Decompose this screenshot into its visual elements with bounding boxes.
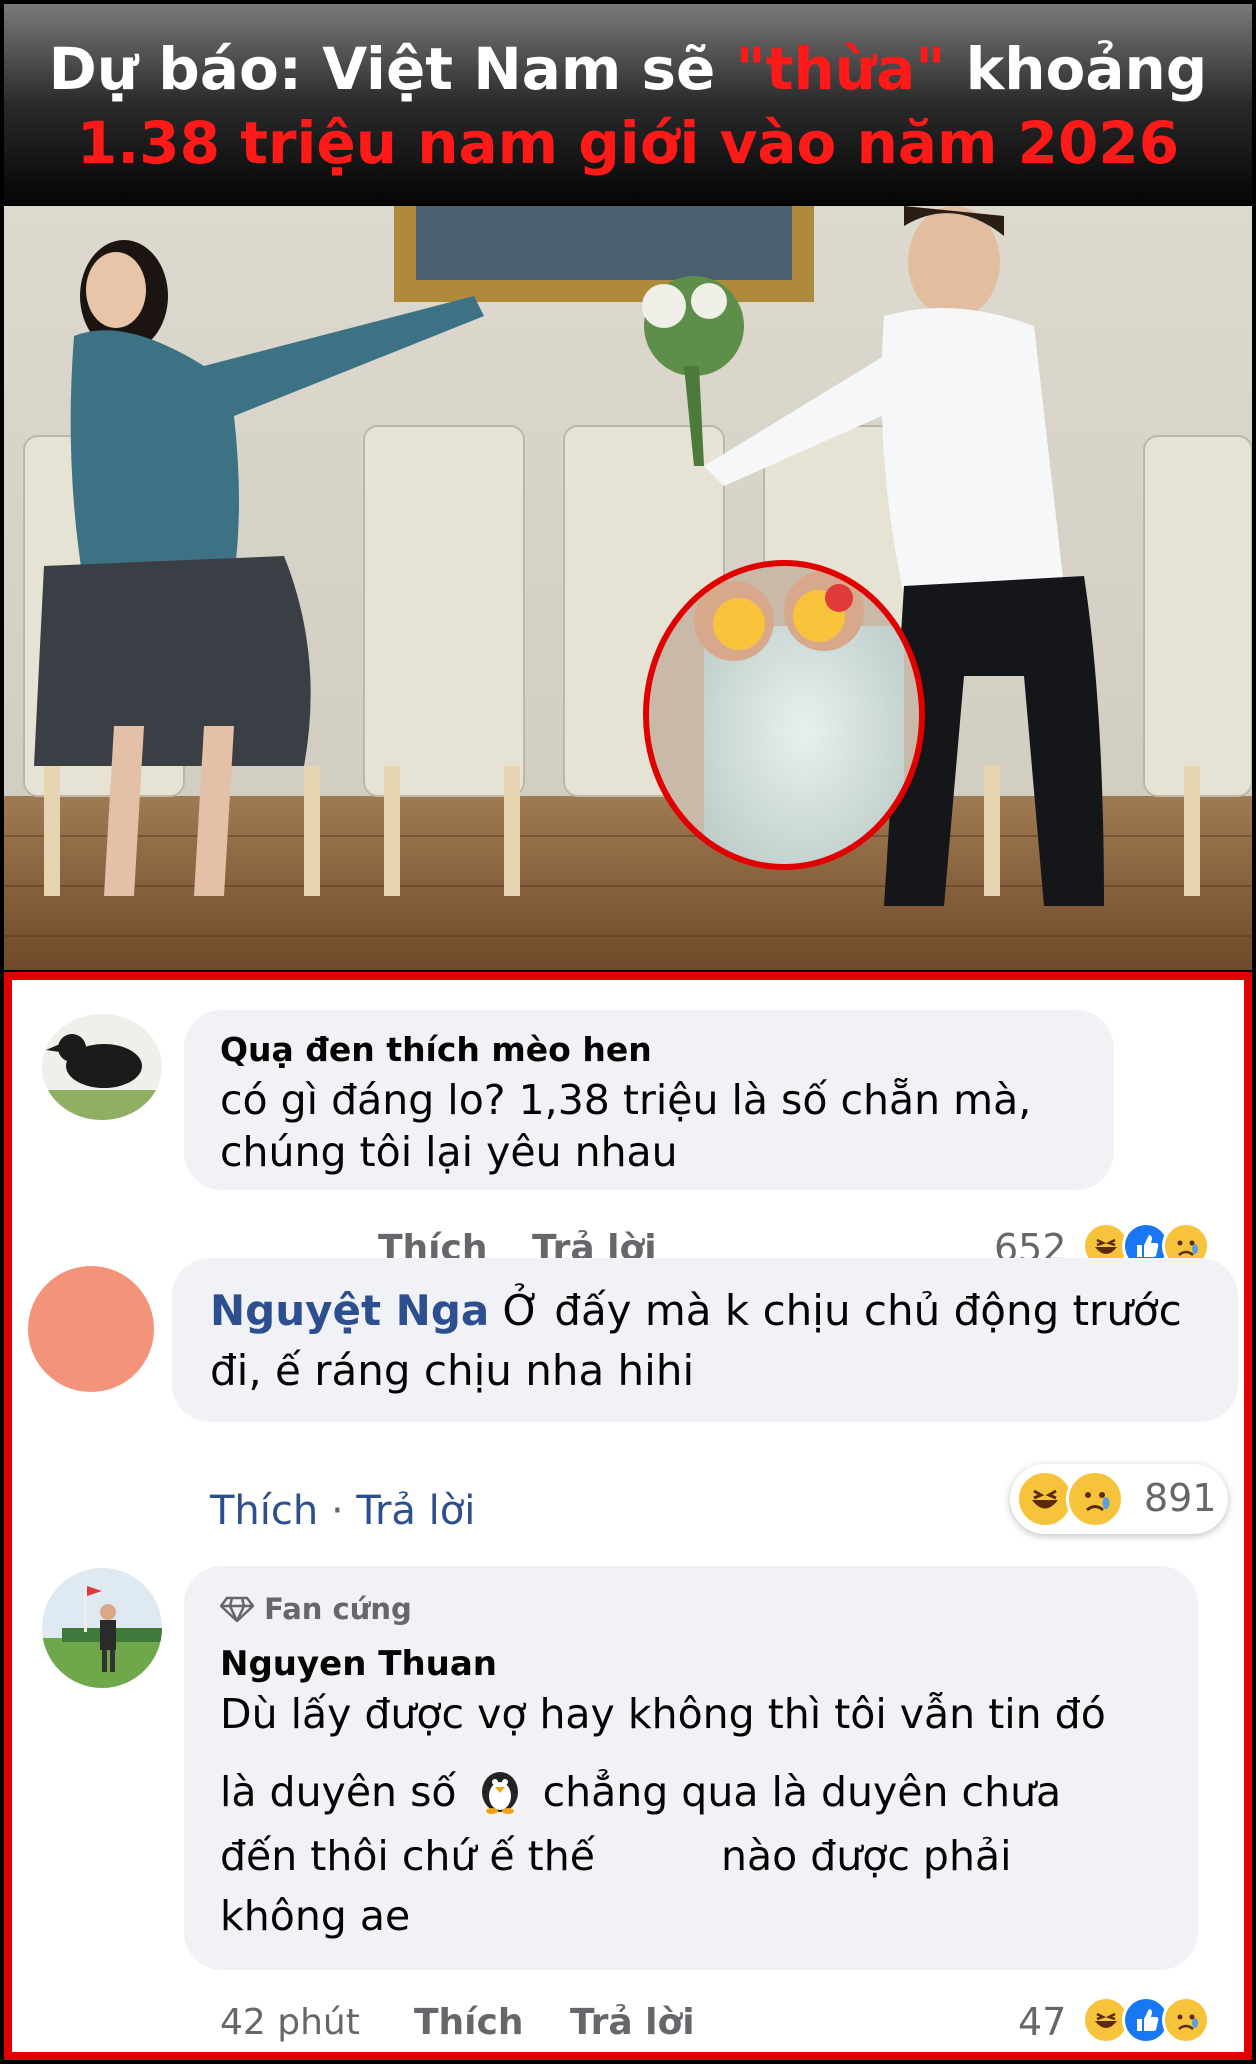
comment-bubble: Nguyệt Nga Ở đấy mà k chịu chủ động trướ… xyxy=(172,1258,1238,1422)
comment-text: chúng tôi lại yêu nhau xyxy=(220,1128,678,1176)
badge-label: Fan cứng xyxy=(264,1592,412,1626)
reaction-pill[interactable]: 891 xyxy=(1010,1464,1228,1534)
avatar[interactable] xyxy=(42,1568,162,1688)
headline-line-2: 1.38 triệu nam giới vào năm 2026 xyxy=(76,109,1180,177)
headline-text: Dự báo: Việt Nam sẽ xyxy=(48,35,736,103)
sad-icon xyxy=(1162,1996,1210,2044)
comment-text-line-1: Nguyệt Nga Ở đấy mà k chịu chủ động trướ… xyxy=(210,1286,1182,1335)
comment-author[interactable]: Quạ đen thích mèo hen xyxy=(220,1030,652,1069)
photo-illustration xyxy=(4,206,1252,970)
reaction-count[interactable]: 47 xyxy=(1018,2000,1066,2044)
comment-text: chẳng qua là duyên chưa xyxy=(542,1768,1062,1816)
headline-text-end: khoảng xyxy=(945,35,1208,103)
comment-author[interactable]: Nguyen Thuan xyxy=(220,1644,497,1684)
crow-avatar-icon xyxy=(42,1014,162,1120)
comment-text: nào được phải xyxy=(721,1832,1012,1880)
post-image: Dự báo: Việt Nam sẽ "thừa" khoảng 1.38 t… xyxy=(0,0,1256,2064)
headline-banner: Dự báo: Việt Nam sẽ "thừa" khoảng 1.38 t… xyxy=(4,4,1252,204)
comment-text: đến thôi chứ ế thế xyxy=(220,1832,595,1880)
penguin-icon xyxy=(481,1772,518,1814)
comment-bubble: Quạ đen thích mèo hen có gì đáng lo? 1,3… xyxy=(184,1010,1114,1190)
comment-author[interactable]: Nguyệt Nga xyxy=(210,1286,489,1335)
comment-text-line-3: đến thôi chứ ế thế nào được phải xyxy=(220,1832,1011,1880)
comment-text: Dù lấy được vợ hay không thì tôi vẫn tin… xyxy=(220,1690,1106,1738)
avatar[interactable] xyxy=(42,1014,162,1120)
reaction-icons xyxy=(1016,1470,1124,1528)
comment-actions: Thích · Trả lời xyxy=(210,1488,475,1534)
comment-text: không ae xyxy=(220,1892,411,1940)
headline-quote: "thừa" xyxy=(735,35,946,103)
avatar[interactable] xyxy=(28,1266,154,1392)
comment-text: có gì đáng lo? 1,38 triệu là số chẵn mà, xyxy=(220,1076,1032,1124)
like-button[interactable]: Thích xyxy=(210,1488,318,1534)
like-button[interactable]: Thích xyxy=(414,2002,524,2043)
couple-photo xyxy=(4,206,1252,970)
comment-text: đi, ế ráng chịu nha hihi xyxy=(210,1346,695,1395)
headline-line-1: Dự báo: Việt Nam sẽ "thừa" khoảng xyxy=(4,34,1252,104)
comment-text-line-2: là duyên số chẳng qua là duyên chưa xyxy=(220,1766,1061,1816)
reaction-count: 891 xyxy=(1144,1476,1217,1520)
separator: · xyxy=(318,1488,357,1534)
comment-time[interactable]: 42 phút xyxy=(220,2002,360,2043)
sad-icon xyxy=(1066,1470,1124,1528)
diamond-icon xyxy=(219,1596,255,1624)
fan-badge: Fan cứng xyxy=(219,1592,412,1626)
comment-text: Ở đấy mà k chịu chủ động trước xyxy=(489,1286,1182,1335)
golfer-avatar-icon xyxy=(42,1568,162,1688)
reply-button[interactable]: Trả lời xyxy=(356,1488,475,1534)
comments-panel: Quạ đen thích mèo hen có gì đáng lo? 1,3… xyxy=(4,972,1252,2060)
comment-bubble: Fan cứng Nguyen Thuan Dù lấy được vợ hay… xyxy=(184,1566,1198,1970)
comment-text: là duyên số xyxy=(220,1768,457,1816)
reaction-icons[interactable] xyxy=(1082,1996,1210,2044)
reply-button[interactable]: Trả lời xyxy=(570,2002,695,2043)
